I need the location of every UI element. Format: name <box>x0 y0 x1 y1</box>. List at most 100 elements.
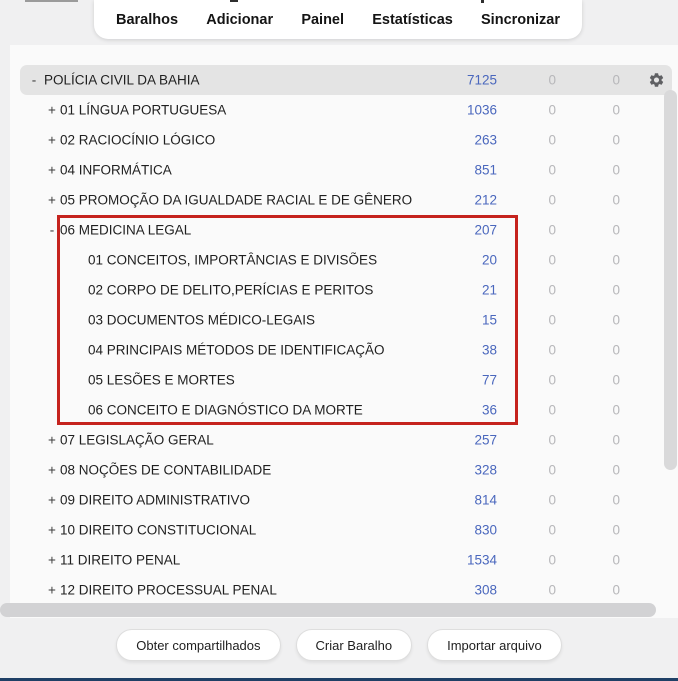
create-deck-button[interactable]: Criar Baralho <box>295 629 413 661</box>
count-column-2: 0 <box>612 492 620 508</box>
deck-row: - POLÍCIA CIVIL DA BAHIA 7125 0 0 <box>20 65 672 95</box>
due-count: 308 <box>474 582 497 598</box>
collapse-toggle[interactable]: + <box>46 553 58 568</box>
count-column-1: 0 <box>548 342 556 358</box>
count-column-2: 0 <box>612 462 620 478</box>
deck-name-link[interactable]: 11 DIREITO PENAL <box>60 553 457 568</box>
due-count: 21 <box>481 282 497 298</box>
deck-name-link[interactable]: 06 CONCEITO E DIAGNÓSTICO DA MORTE <box>88 403 457 418</box>
deck-name-link[interactable]: 09 DIREITO ADMINISTRATIVO <box>60 493 457 508</box>
count-column-2: 0 <box>612 552 620 568</box>
due-count: 36 <box>481 402 497 418</box>
collapse-toggle[interactable]: + <box>46 163 58 178</box>
deck-name-link[interactable]: 01 CONCEITOS, IMPORTÂNCIAS E DIVISÕES <box>88 253 457 268</box>
vertical-scrollbar[interactable] <box>664 90 677 470</box>
deck-name-link[interactable]: 02 CORPO DE DELITO,PERÍCIAS E PERITOS <box>88 283 457 298</box>
nav-item-estatisticas[interactable]: Estatísticas <box>372 12 453 28</box>
deck-name-link[interactable]: 04 INFORMÁTICA <box>60 163 457 178</box>
deck-name-link[interactable]: 10 DIREITO CONSTITUCIONAL <box>60 523 457 538</box>
due-count: 328 <box>474 462 497 478</box>
deck-row: 06 CONCEITO E DIAGNÓSTICO DA MORTE 36 0 0 <box>20 395 672 425</box>
get-shared-decks-button[interactable]: Obter compartilhados <box>116 629 281 661</box>
deck-name-link[interactable]: 02 RACIOCÍNIO LÓGICO <box>60 133 457 148</box>
collapse-toggle[interactable]: + <box>46 463 58 478</box>
collapse-toggle[interactable]: - <box>28 73 40 88</box>
deck-name-link[interactable]: 08 NOÇÕES DE CONTABILIDADE <box>60 463 457 478</box>
count-column-1: 0 <box>548 402 556 418</box>
clipped-text-artifact <box>25 0 78 2</box>
deck-row: +02 RACIOCÍNIO LÓGICO 263 0 0 <box>20 125 672 155</box>
count-column-2: 0 <box>612 252 620 268</box>
due-count: 20 <box>481 252 497 268</box>
deck-row: +09 DIREITO ADMINISTRATIVO 814 0 0 <box>20 485 672 515</box>
deck-row: 04 PRINCIPAIS MÉTODOS DE IDENTIFICAÇÃO 38… <box>20 335 672 365</box>
due-count: 38 <box>481 342 497 358</box>
count-column-2: 0 <box>612 162 620 178</box>
count-column-1: 0 <box>548 102 556 118</box>
collapse-toggle[interactable]: - <box>46 223 58 238</box>
collapse-toggle[interactable]: + <box>46 493 58 508</box>
collapse-toggle[interactable]: + <box>46 193 58 208</box>
nav-item-painel[interactable]: Painel <box>301 12 344 28</box>
deck-row: +05 PROMOÇÃO DA IGUALDADE RACIAL E DE GÊ… <box>20 185 672 215</box>
due-count: 207 <box>474 222 497 238</box>
count-column-2: 0 <box>612 342 620 358</box>
top-navbar: Baralhos Adicionar Painel Estatísticas S… <box>94 0 582 39</box>
collapse-toggle[interactable]: + <box>46 433 58 448</box>
due-count: 77 <box>481 372 497 388</box>
deck-name-link[interactable]: 04 PRINCIPAIS MÉTODOS DE IDENTIFICAÇÃO <box>88 343 457 358</box>
count-column-2: 0 <box>612 192 620 208</box>
due-count: 15 <box>481 312 497 328</box>
deck-row: +07 LEGISLAÇÃO GERAL 257 0 0 <box>20 425 672 455</box>
gear-icon[interactable] <box>648 72 665 89</box>
count-column-2: 0 <box>612 102 620 118</box>
deck-row: +08 NOÇÕES DE CONTABILIDADE 328 0 0 <box>20 455 672 485</box>
deck-name-link[interactable]: 01 LÍNGUA PORTUGUESA <box>60 103 457 118</box>
nav-item-sincronizar[interactable]: Sincronizar <box>481 12 560 28</box>
deck-row: +04 INFORMÁTICA 851 0 0 <box>20 155 672 185</box>
count-column-2: 0 <box>612 582 620 598</box>
count-column-1: 0 <box>548 192 556 208</box>
deck-row: +12 DIREITO PROCESSUAL PENAL 308 0 0 <box>20 575 672 605</box>
collapse-toggle[interactable]: + <box>46 133 58 148</box>
deck-name-link[interactable]: POLÍCIA CIVIL DA BAHIA <box>44 73 457 88</box>
count-column-1: 0 <box>548 252 556 268</box>
deck-list-panel: - POLÍCIA CIVIL DA BAHIA 7125 0 0 +01 LÍNGUA … <box>10 45 678 618</box>
count-column-1: 0 <box>548 72 556 88</box>
deck-name-link[interactable]: 05 LESÕES E MORTES <box>88 373 457 388</box>
deck-row: 02 CORPO DE DELITO,PERÍCIAS E PERITOS 21 0… <box>20 275 672 305</box>
deck-name-link[interactable]: 12 DIREITO PROCESSUAL PENAL <box>60 583 457 598</box>
count-column-2: 0 <box>612 402 620 418</box>
due-count: 7125 <box>466 72 497 88</box>
nav-item-adicionar[interactable]: Adicionar <box>206 12 273 28</box>
collapse-toggle[interactable]: + <box>46 103 58 118</box>
clipped-text-artifact <box>481 0 484 3</box>
collapse-toggle[interactable]: + <box>46 523 58 538</box>
count-column-1: 0 <box>548 582 556 598</box>
deck-name-link[interactable]: 05 PROMOÇÃO DA IGUALDADE RACIAL E DE GÊN… <box>60 193 457 208</box>
count-column-2: 0 <box>612 282 620 298</box>
count-column-2: 0 <box>612 522 620 538</box>
import-file-button[interactable]: Importar arquivo <box>427 629 562 661</box>
due-count: 1534 <box>466 552 497 568</box>
horizontal-scrollbar[interactable] <box>0 603 656 617</box>
due-count: 851 <box>474 162 497 178</box>
due-count: 1036 <box>466 102 497 118</box>
count-column-1: 0 <box>548 132 556 148</box>
count-column-1: 0 <box>548 372 556 388</box>
deck-name-link[interactable]: 07 LEGISLAÇÃO GERAL <box>60 433 457 448</box>
deck-name-link[interactable]: 06 MEDICINA LEGAL <box>60 223 457 238</box>
deck-row: 05 LESÕES E MORTES 77 0 0 <box>20 365 672 395</box>
count-column-1: 0 <box>548 552 556 568</box>
nav-item-baralhos[interactable]: Baralhos <box>116 12 178 28</box>
count-column-1: 0 <box>548 432 556 448</box>
deck-name-link[interactable]: 03 DOCUMENTOS MÉDICO-LEGAIS <box>88 313 457 328</box>
count-column-1: 0 <box>548 222 556 238</box>
due-count: 814 <box>474 492 497 508</box>
due-count: 263 <box>474 132 497 148</box>
collapse-toggle[interactable]: + <box>46 583 58 598</box>
count-column-2: 0 <box>612 72 620 88</box>
count-column-1: 0 <box>548 492 556 508</box>
deck-row: -06 MEDICINA LEGAL 207 0 0 <box>20 215 672 245</box>
deck-row: +10 DIREITO CONSTITUCIONAL 830 0 0 <box>20 515 672 545</box>
